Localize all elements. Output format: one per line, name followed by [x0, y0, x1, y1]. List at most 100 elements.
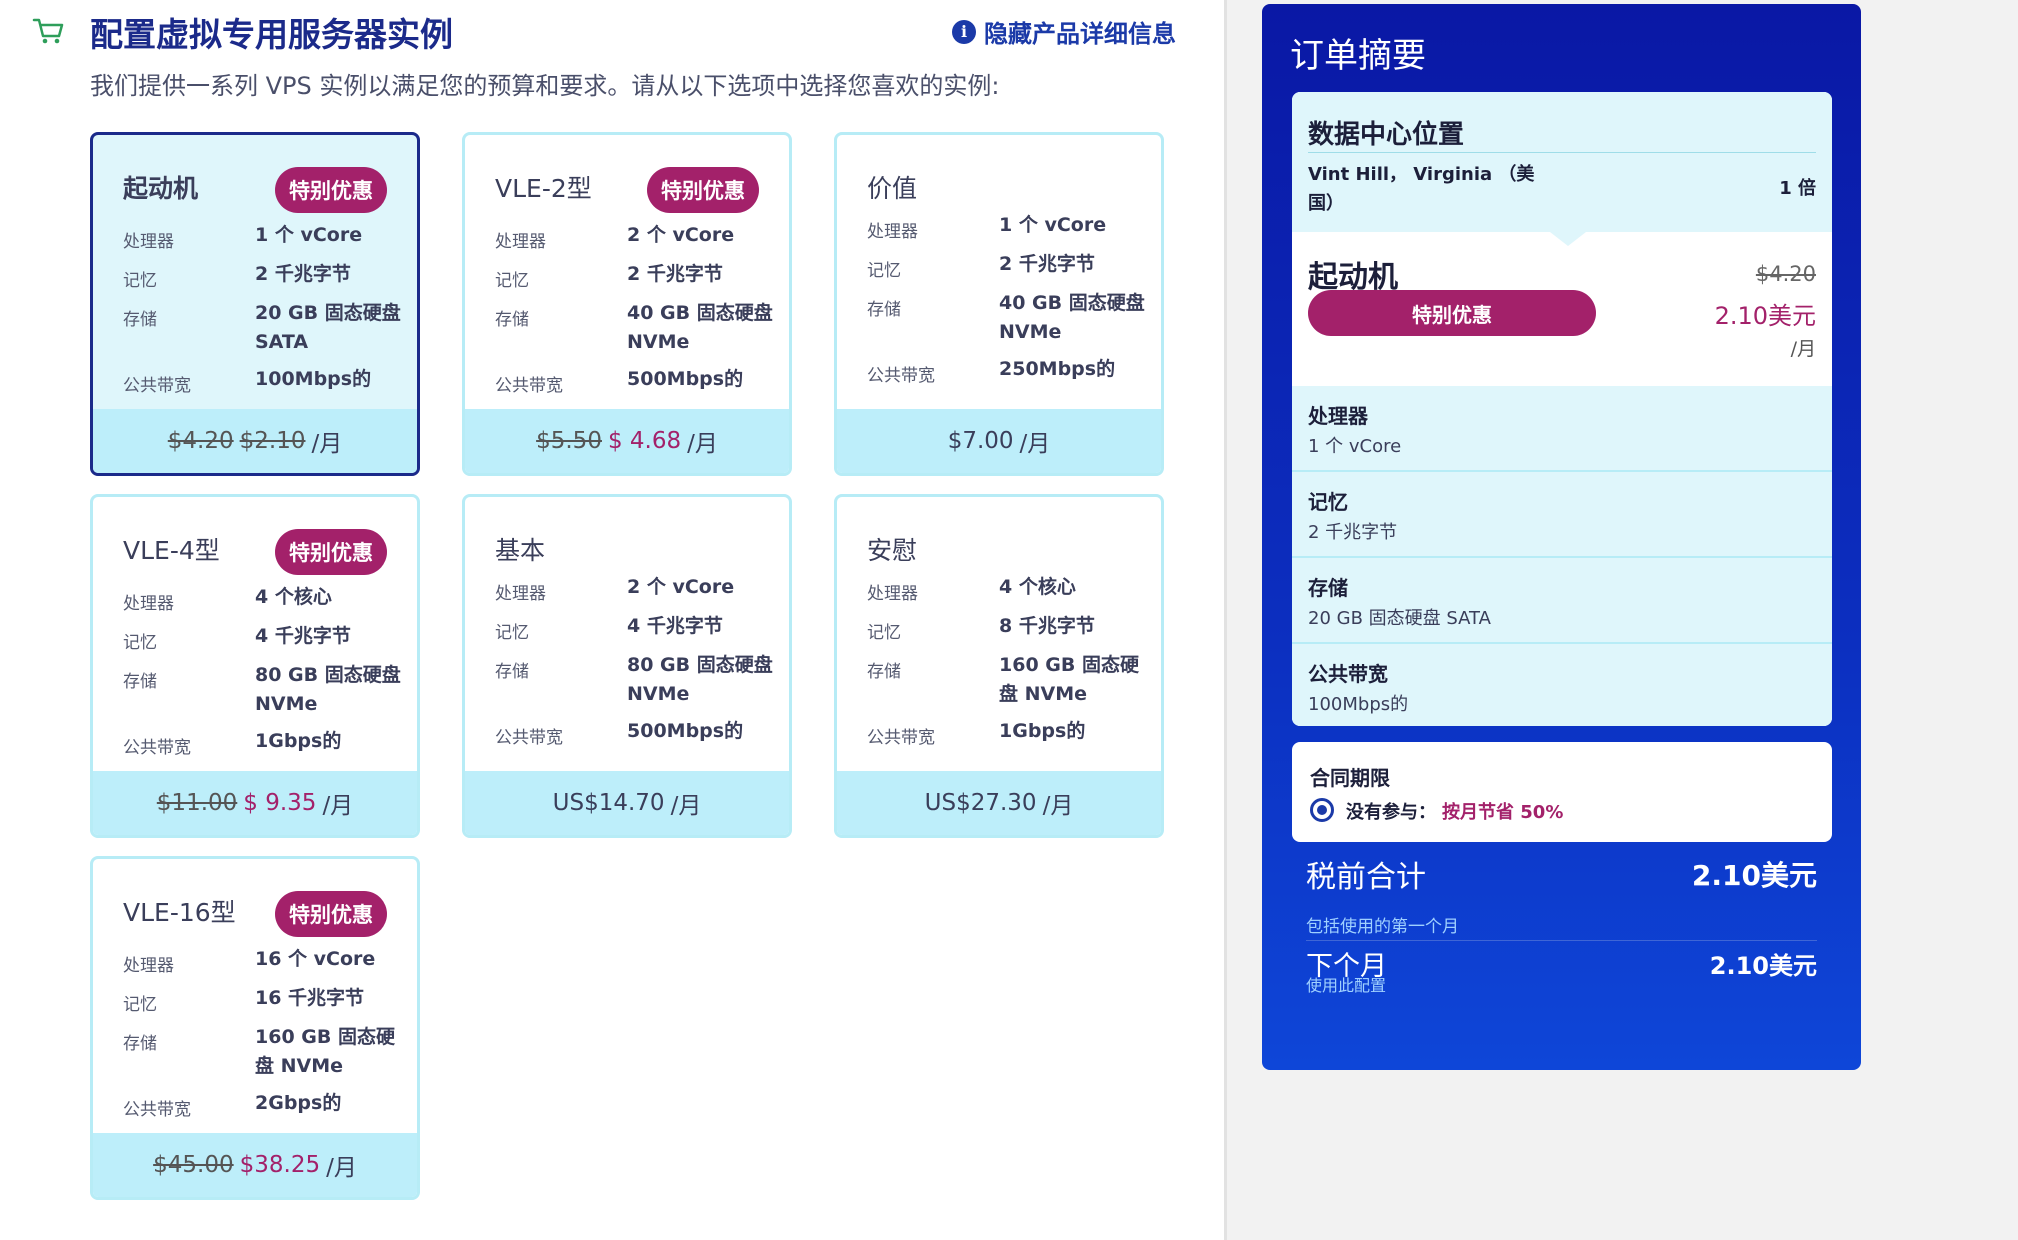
plan-card-value[interactable]: 价值 处理器 1 个 vCore 记忆 2 千兆字节 存储 40 GB 固态硬盘 NV… — [834, 132, 1164, 476]
price-period: /月 — [670, 793, 702, 819]
page-subtitle: 我们提供一系列 VPS 实例以满足您的预算和要求。请从以下选项中选择您喜欢的实例… — [90, 72, 1000, 100]
main-content: 配置虚拟专用服务器实例 i 隐藏产品详细信息 我们提供一系列 VPS 实例以满足… — [0, 0, 1224, 1240]
quantity: 1 倍 — [1779, 178, 1816, 199]
original-price: $4.20 — [1755, 262, 1816, 286]
plan-card-comfort[interactable]: 安慰 处理器 4 个核心 记忆 8 千兆字节 存储 160 GB 固态硬盘 NVMe … — [834, 494, 1164, 838]
spec-value-cpu: 4 个核心 — [255, 586, 332, 608]
plan-specs: 处理器 2 个 vCore 记忆 4 千兆字节 存储 80 GB 固态硬盘 NVMe … — [495, 576, 775, 760]
spec-label-cpu: 处理器 — [123, 956, 174, 976]
spec-label-cpu: 处理器 — [495, 584, 546, 604]
summary-spec-cpu: 处理器 1 个 vCore — [1292, 386, 1832, 472]
spec-label-storage: 存储 — [495, 662, 529, 682]
spec-label-memory: 记忆 — [867, 261, 901, 281]
spec-value-bandwidth: 100Mbps的 — [255, 368, 372, 390]
spec-label-memory: 记忆 — [123, 271, 157, 291]
plan-price-bar: $11.00 $ 9.35 /月 — [93, 771, 417, 835]
discount-price: $38.25 — [239, 1152, 321, 1178]
plan-specs: 处理器 4 个核心 记忆 4 千兆字节 存储 80 GB 固态硬盘 NVMe 公共带宽… — [123, 586, 403, 770]
summary-spec-value: 100Mbps的 — [1308, 694, 1409, 715]
use-config-link[interactable]: 使用此配置 — [1306, 972, 1386, 996]
price-period: /月 — [322, 793, 354, 819]
spec-value-bandwidth: 2Gbps的 — [255, 1092, 342, 1114]
spec-value-storage: 160 GB 固态硬盘 NVMe — [999, 654, 1139, 705]
info-icon: i — [952, 19, 976, 44]
plan-price-bar: $45.00 $38.25 /月 — [93, 1133, 417, 1197]
spec-label-storage: 存储 — [495, 310, 529, 330]
spec-label-storage: 存储 — [123, 672, 157, 692]
price-period: /月 — [1042, 793, 1074, 819]
spec-value-cpu: 2 个 vCore — [627, 576, 735, 598]
contract-option-label: 没有参与： — [1346, 802, 1436, 823]
spec-label-cpu: 处理器 — [495, 232, 546, 252]
spec-label-cpu: 处理器 — [123, 594, 174, 614]
spec-label-bandwidth: 公共带宽 — [867, 728, 935, 748]
current-price: $7.00 — [947, 428, 1014, 454]
original-price: $11.00 — [156, 790, 238, 816]
summary-spec-label: 处理器 — [1308, 404, 1368, 428]
spec-value-cpu: 4 个核心 — [999, 576, 1076, 598]
spec-label-storage: 存储 — [867, 300, 901, 320]
cart-icon — [32, 18, 64, 44]
order-summary: 订单摘要 数据中心位置 Vint Hill， Virginia （美国） 1 倍… — [1262, 4, 1861, 1070]
spec-value-memory: 4 千兆字节 — [255, 625, 351, 647]
divider — [1308, 152, 1816, 153]
plan-price-bar: $5.50 $ 4.68 /月 — [465, 409, 789, 473]
hide-details-label: 隐藏产品详细信息 — [984, 20, 1176, 48]
summary-spec-bandwidth: 公共带宽 100Mbps的 — [1292, 644, 1832, 726]
spec-value-storage: 40 GB 固态硬盘 NVMe — [999, 292, 1145, 343]
datacenter-section: 数据中心位置 Vint Hill， Virginia （美国） 1 倍 — [1292, 92, 1832, 232]
discount-price: $ 9.35 — [243, 790, 317, 816]
spec-value-memory: 16 千兆字节 — [255, 987, 365, 1009]
plan-card-vle-2[interactable]: VLE-2型 特别优惠 处理器 2 个 vCore 记忆 2 千兆字节 存储 40 G… — [462, 132, 792, 476]
original-price: $5.50 — [536, 428, 602, 454]
original-price: $45.00 — [153, 1152, 234, 1178]
contract-radio[interactable] — [1310, 798, 1334, 822]
spec-label-cpu: 处理器 — [867, 222, 918, 242]
plan-card-vle-4[interactable]: VLE-4型 特别优惠 处理器 4 个核心 记忆 4 千兆字节 存储 80 GB 固态… — [90, 494, 420, 838]
plan-name: VLE-4型 — [123, 536, 220, 565]
datacenter-location: Vint Hill， Virginia （美国） — [1308, 164, 1535, 214]
summary-spec-label: 存储 — [1308, 576, 1348, 600]
pointer-arrow — [1550, 232, 1586, 246]
plan-specs: 处理器 1 个 vCore 记忆 2 千兆字节 存储 40 GB 固态硬盘 NVMe … — [867, 214, 1147, 398]
contract-term: 合同期限 没有参与： 按月节省 50% — [1292, 742, 1832, 842]
spec-label-bandwidth: 公共带宽 — [495, 376, 563, 396]
spec-label-bandwidth: 公共带宽 — [867, 366, 935, 386]
spec-label-memory: 记忆 — [123, 995, 157, 1015]
spec-label-memory: 记忆 — [495, 271, 529, 291]
special-offer-badge: 特别优惠 — [1308, 290, 1596, 336]
price-period: /月 — [326, 1155, 357, 1181]
spec-label-storage: 存储 — [123, 1034, 157, 1054]
special-offer-badge: 特别优惠 — [275, 529, 387, 575]
special-offer-badge: 特别优惠 — [275, 167, 387, 213]
plan-card-basic[interactable]: 基本 处理器 2 个 vCore 记忆 4 千兆字节 存储 80 GB 固态硬盘 NV… — [462, 494, 792, 838]
divider — [1306, 940, 1817, 941]
spec-value-cpu: 2 个 vCore — [627, 224, 735, 246]
plan-specs: 处理器 2 个 vCore 记忆 2 千兆字节 存储 40 GB 固态硬盘 NVMe … — [495, 224, 775, 408]
spec-label-storage: 存储 — [867, 662, 901, 682]
plan-card-vle-16[interactable]: VLE-16型 特别优惠 处理器 16 个 vCore 记忆 16 千兆字节 存储 1… — [90, 856, 420, 1200]
spec-label-cpu: 处理器 — [867, 584, 918, 604]
summary-spec-label: 公共带宽 — [1308, 662, 1388, 686]
spec-value-storage: 40 GB 固态硬盘 NVMe — [627, 302, 773, 353]
spec-value-memory: 2 千兆字节 — [255, 263, 351, 285]
spec-value-cpu: 1 个 vCore — [255, 224, 363, 246]
contract-option[interactable]: 没有参与： 按月节省 50% — [1346, 798, 1563, 824]
page-title: 配置虚拟专用服务器实例 — [90, 15, 453, 54]
contract-savings: 按月节省 50% — [1442, 802, 1564, 823]
plan-card-starter[interactable]: 起动机 特别优惠 处理器 1 个 vCore 记忆 2 千兆字节 存储 20 GB 固… — [90, 132, 420, 476]
spec-label-memory: 记忆 — [867, 623, 901, 643]
summary-spec-storage: 存储 20 GB 固态硬盘 SATA — [1292, 558, 1832, 644]
hide-details-link[interactable]: i 隐藏产品详细信息 — [952, 14, 1176, 49]
plan-price-bar: $7.00 /月 — [837, 409, 1161, 473]
subtotal-value: 2.10美元 — [1691, 859, 1817, 892]
plan-name: 价值 — [867, 174, 918, 203]
subtotal-label: 税前合计 — [1306, 860, 1426, 895]
plan-price-bar: US$14.70 /月 — [465, 771, 789, 835]
next-month-value: 2.10美元 — [1709, 952, 1817, 980]
spec-value-storage: 80 GB 固态硬盘 NVMe — [255, 664, 401, 715]
summary-spec-memory: 记忆 2 千兆字节 — [1292, 472, 1832, 558]
discount-price: 2.10美元 — [1714, 302, 1816, 330]
plan-price-bar: US$27.30 /月 — [837, 771, 1161, 835]
plan-name: VLE-16型 — [123, 898, 236, 927]
